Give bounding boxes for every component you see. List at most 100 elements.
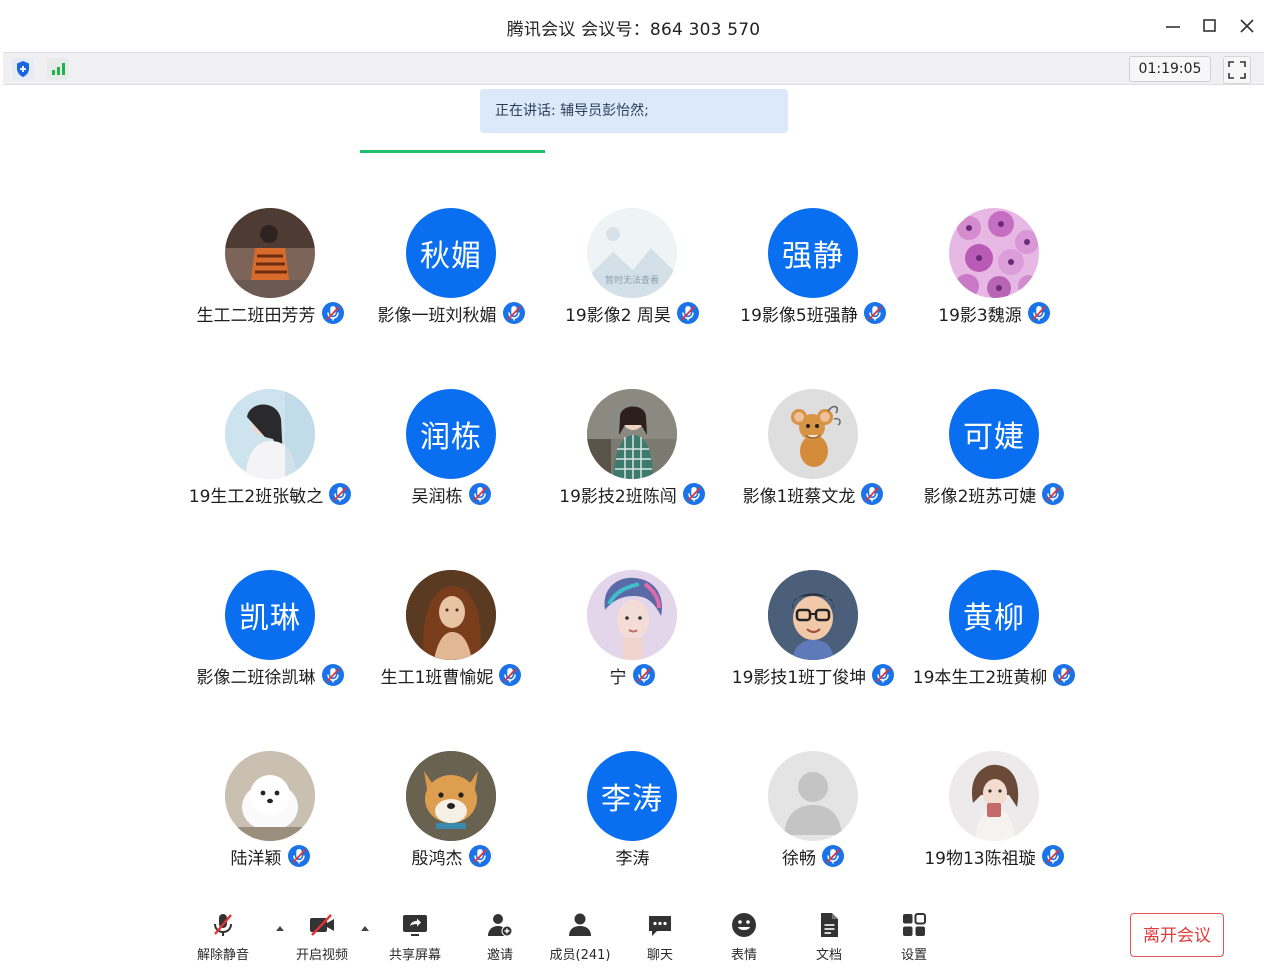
participant-tile[interactable]: 陆洋颖 xyxy=(180,751,361,881)
document-icon xyxy=(821,913,838,937)
avatar-initials: 凯琳 xyxy=(239,601,301,636)
participant-tile[interactable]: 黄柳 19本生工2班黄柳 xyxy=(904,570,1085,700)
participant-name-row: 19影技2班陈闯 xyxy=(542,483,723,507)
video-options-caret-icon[interactable] xyxy=(359,920,371,932)
participant-tile[interactable]: 生工1班曹愉妮 xyxy=(361,570,542,700)
avatar-initials: 秋媚 xyxy=(420,239,482,274)
mic-muted-icon xyxy=(871,663,895,687)
mic-muted-icon xyxy=(214,914,232,936)
participant-tile[interactable]: 润栋 吴润栋 xyxy=(361,389,542,519)
leave-meeting-button[interactable]: 离开会议 xyxy=(1130,913,1224,957)
members-button[interactable]: 成员(241) xyxy=(545,910,615,964)
avatar xyxy=(949,208,1039,298)
emoji-button[interactable]: 表情 xyxy=(709,910,779,964)
chat-button[interactable]: 聊天 xyxy=(625,910,695,964)
participant-name: 影像2班苏可婕 xyxy=(923,486,1037,507)
participant-name-row: 19影3魏源 xyxy=(904,302,1085,326)
participant-tile[interactable]: 19影技1班丁俊坤 xyxy=(723,570,904,700)
mic-muted-icon xyxy=(328,482,352,506)
mic-muted-icon xyxy=(468,844,492,868)
participant-tile[interactable]: 秋媚影像一班刘秋媚 xyxy=(361,208,542,338)
mic-muted-icon xyxy=(468,482,492,506)
documents-label: 文档 xyxy=(815,948,842,963)
avatar xyxy=(225,751,315,841)
participant-name: 影像1班蔡文龙 xyxy=(742,486,856,507)
participant-name-row: 生工1班曹愉妮 xyxy=(361,663,542,688)
avatar: 强静 xyxy=(768,208,858,298)
participant-tile[interactable]: 19影技2班陈闯 xyxy=(542,389,723,519)
participant-name-row: 影像1班蔡文龙 xyxy=(723,483,904,507)
unmute-label: 解除静音 xyxy=(196,948,249,963)
participant-name: 徐畅 xyxy=(782,848,816,869)
participant-tile[interactable]: 殷鸿杰 xyxy=(361,751,542,881)
audio-options-caret-icon[interactable] xyxy=(274,920,286,932)
avatar-initials: 可婕 xyxy=(963,420,1025,455)
participant-name: 影像二班徐凯琳 xyxy=(196,667,316,688)
mic-muted-icon xyxy=(1041,844,1065,868)
mic-muted-icon xyxy=(863,301,887,325)
chat-icon xyxy=(649,916,671,936)
participant-tile[interactable]: 宁 xyxy=(542,570,723,700)
participant-name-row: 19影像5班强静 xyxy=(723,301,904,326)
documents-button[interactable]: 文档 xyxy=(794,910,864,964)
avatar xyxy=(406,751,496,841)
avatar xyxy=(587,389,677,479)
participant-name: 19生工2班张敏之 xyxy=(188,486,324,507)
participant-name-row: 陆洋颖 xyxy=(180,845,361,869)
mic-muted-icon xyxy=(1041,482,1065,506)
participant-name: 生工二班田芳芳 xyxy=(196,305,316,326)
participant-name: 19影像5班强静 xyxy=(740,305,858,326)
avatar xyxy=(406,570,496,660)
participant-tile[interactable]: 凯琳影像二班徐凯琳 xyxy=(180,570,361,700)
participant-name-row: 19物13陈祖璇 xyxy=(904,844,1085,869)
mic-muted-icon xyxy=(321,301,345,325)
emoji-icon xyxy=(732,913,756,937)
mic-muted-icon xyxy=(498,663,522,687)
participant-tile[interactable]: 19影3魏源 xyxy=(904,208,1085,338)
mic-muted-icon xyxy=(632,663,656,687)
participant-tile[interactable]: 生工二班田芳芳 xyxy=(180,208,361,338)
mic-muted-icon xyxy=(821,844,845,868)
participant-name-row: 徐畅 xyxy=(723,844,904,869)
participant-tile[interactable]: 暂时无法查看 19影像2 周昊 xyxy=(542,208,723,338)
participant-name-row: 李涛 xyxy=(542,845,723,869)
participant-tile[interactable]: 可婕影像2班苏可婕 xyxy=(904,389,1085,519)
settings-label: 设置 xyxy=(900,948,927,963)
avatar-initials: 润栋 xyxy=(420,420,482,455)
participant-name: 宁 xyxy=(609,667,627,688)
share-screen-button[interactable]: 共享屏幕 xyxy=(380,910,450,964)
participant-name-row: 殷鸿杰 xyxy=(361,844,542,869)
participant-name: 李涛 xyxy=(615,848,650,869)
members-label: 成员(241) xyxy=(549,948,611,963)
avatar: 可婕 xyxy=(949,389,1039,479)
mic-muted-icon xyxy=(1052,663,1076,687)
participant-tile[interactable]: 徐畅 xyxy=(723,751,904,881)
participant-name-row: 宁 xyxy=(542,663,723,688)
unmute-button[interactable]: 解除静音 xyxy=(188,910,258,964)
participant-tile[interactable]: 李涛 李涛 xyxy=(542,751,723,881)
participant-tile[interactable]: 19物13陈祖璇 xyxy=(904,751,1085,881)
avatar xyxy=(587,570,677,660)
participant-name: 殷鸿杰 xyxy=(411,848,463,869)
participant-name-row: 影像2班苏可婕 xyxy=(904,482,1085,507)
participant-name: 影像一班刘秋媚 xyxy=(377,305,497,326)
avatar-caption: 暂时无法查看 xyxy=(605,274,659,286)
participant-tile[interactable]: 影像1班蔡文龙 xyxy=(723,389,904,519)
participant-tile[interactable]: 强静 19影像5班强静 xyxy=(723,208,904,338)
start-video-button[interactable]: 开启视频 xyxy=(287,910,357,964)
settings-grid-icon xyxy=(903,913,926,936)
participant-name-row: 19本生工2班黄柳 xyxy=(904,663,1085,688)
participant-tile[interactable]: 19生工2班张敏之 xyxy=(180,389,361,519)
participant-name-row: 生工二班田芳芳 xyxy=(180,301,361,326)
settings-button[interactable]: 设置 xyxy=(879,910,949,964)
participant-name: 陆洋颖 xyxy=(230,848,282,869)
avatar xyxy=(768,389,858,479)
invite-button[interactable]: 邀请 xyxy=(465,910,535,964)
participant-name: 19物13陈祖璇 xyxy=(924,848,1036,869)
participant-name-row: 吴润栋 xyxy=(361,482,542,507)
participant-name: 19影技1班丁俊坤 xyxy=(731,667,867,688)
mic-muted-icon xyxy=(676,301,700,325)
chat-label: 聊天 xyxy=(646,948,673,963)
emoji-label: 表情 xyxy=(730,948,757,963)
participant-name: 19影3魏源 xyxy=(938,305,1022,326)
